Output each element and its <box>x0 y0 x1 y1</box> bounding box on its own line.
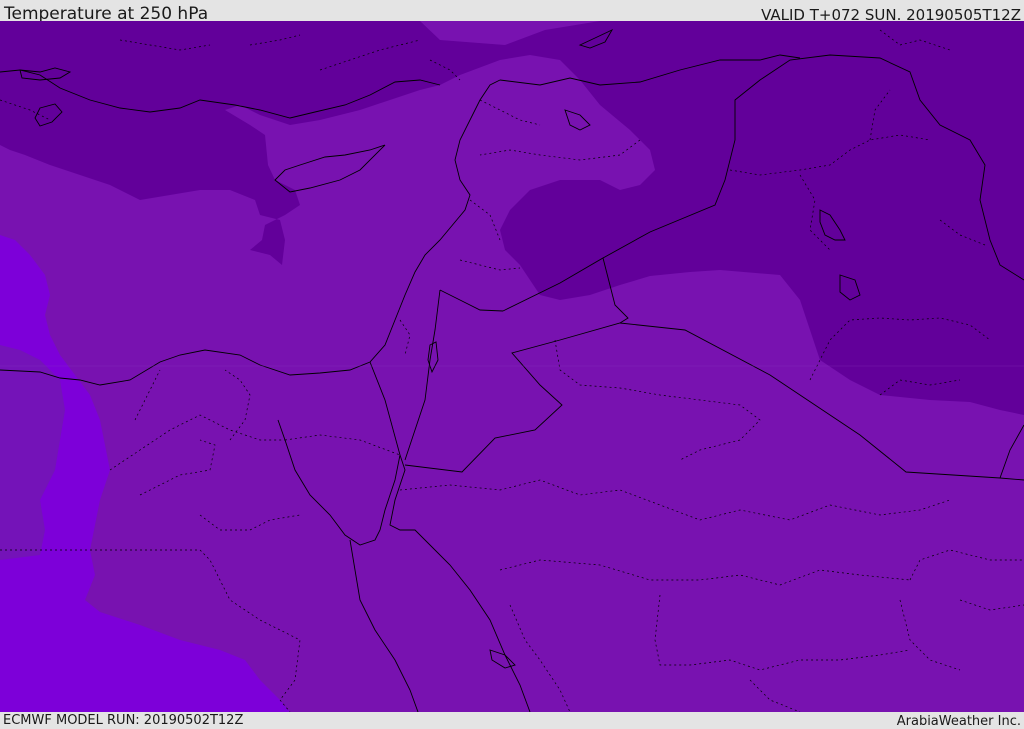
footer-bar: ECMWF MODEL RUN: 20190502T12Z ArabiaWeat… <box>0 712 1024 729</box>
header-bar: Temperature at 250 hPa VALID T+072 SUN. … <box>0 0 1024 24</box>
weather-map-page: Temperature at 250 hPa VALID T+072 SUN. … <box>0 0 1024 729</box>
map-canvas <box>0 21 1024 712</box>
temperature-map <box>0 21 1024 712</box>
model-run-label: ECMWF MODEL RUN: 20190502T12Z <box>3 713 244 728</box>
credit-label: ArabiaWeather Inc. <box>896 714 1021 729</box>
